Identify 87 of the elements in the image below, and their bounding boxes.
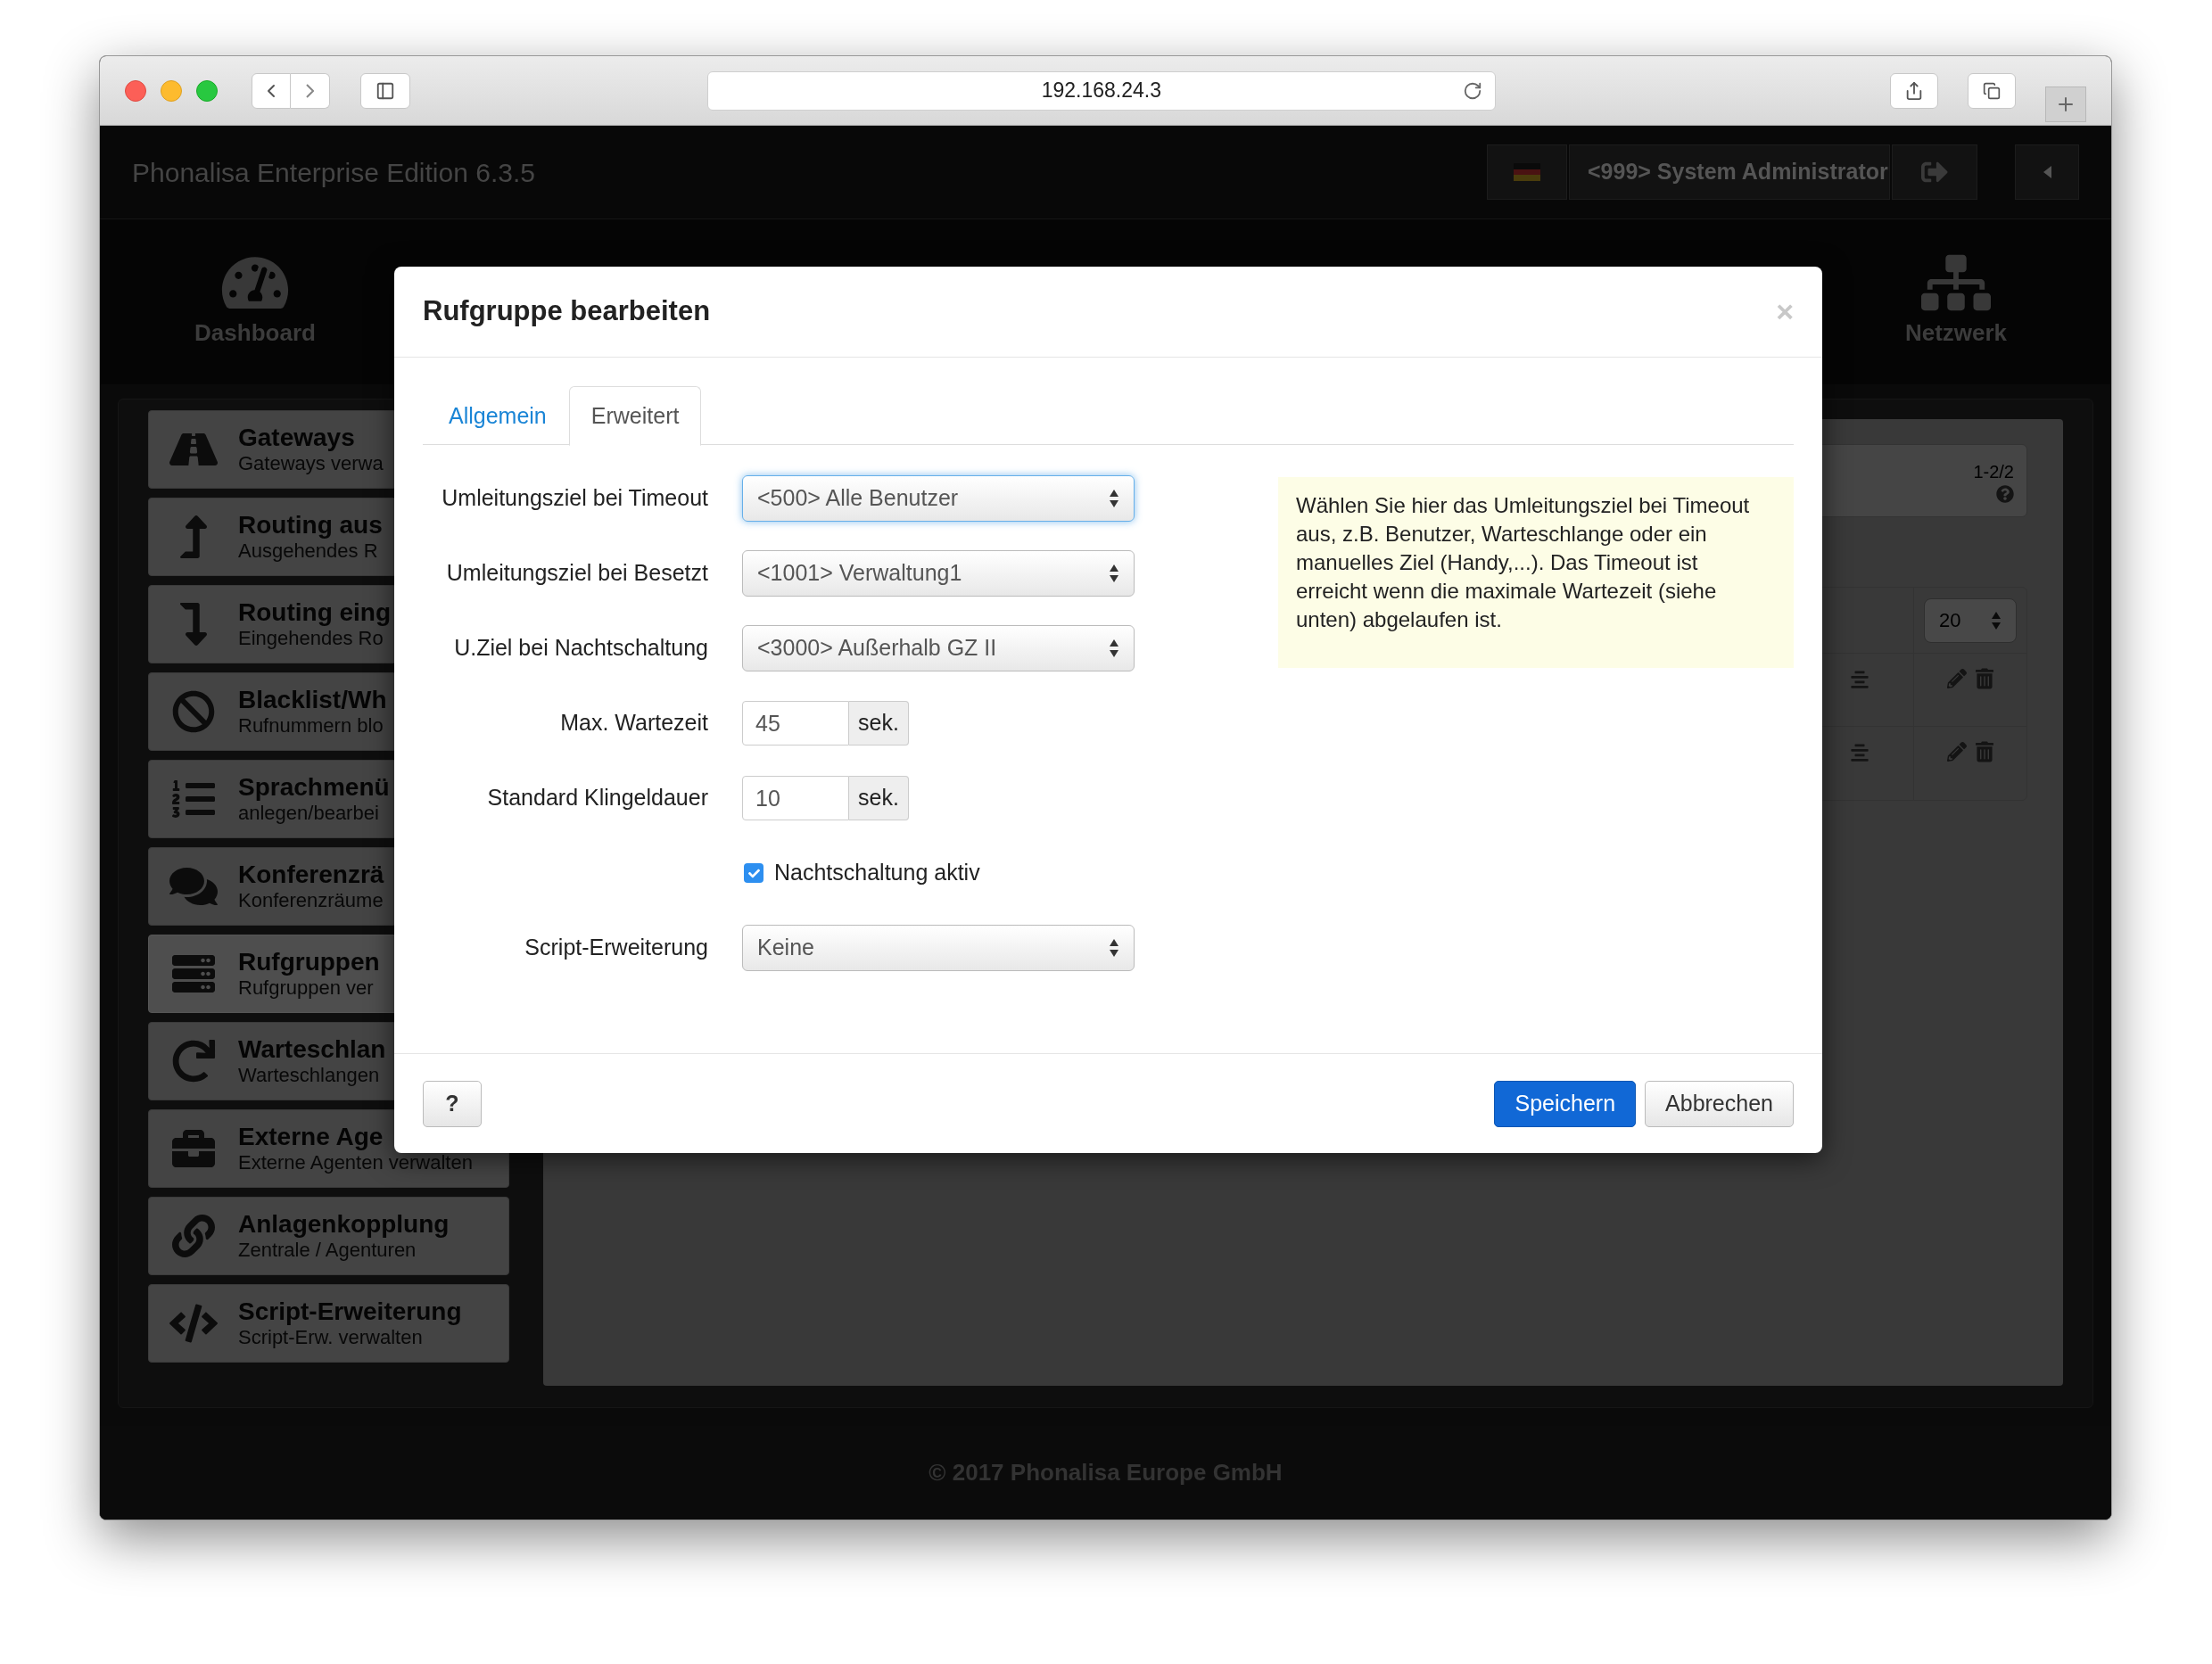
- select-field[interactable]: <500> Alle Benutzer: [742, 475, 1135, 522]
- sidebar-item-title: Blacklist/Wh: [238, 686, 387, 715]
- sidebar-item-subtitle: Externe Agenten verwalten: [238, 1151, 473, 1174]
- number-input[interactable]: 45: [742, 701, 849, 746]
- sidebar-item-subtitle: Gateways verwa: [238, 452, 384, 475]
- tabs-button[interactable]: [1967, 72, 2016, 109]
- checkmark-icon: [747, 867, 760, 879]
- select-field[interactable]: <3000> Außerhalb GZ II: [742, 625, 1135, 671]
- sitemap-icon: [1921, 253, 1991, 312]
- sidebar-item[interactable]: Anlagenkopplung Zentrale / Agenturen: [148, 1197, 509, 1275]
- sidebar-item-title: Routing eing: [238, 598, 392, 628]
- sidebar-item-subtitle: Warteschlangen: [238, 1064, 381, 1087]
- sidebar-item-subtitle: Rufgruppen ver: [238, 976, 375, 1000]
- app-title: Phonalisa Enterprise Edition 6.3.5: [132, 156, 535, 189]
- dialog-tab[interactable]: Erweitert: [568, 386, 702, 446]
- back-button[interactable]: [252, 72, 291, 109]
- share-button[interactable]: [1889, 72, 1938, 109]
- sidebar-item-subtitle: Script-Erw. verwalten: [238, 1326, 424, 1349]
- minimize-window-button[interactable]: [161, 79, 182, 102]
- help-text: Wählen Sie hier das Umleitungsziel bei Timeout aus, z.B. Benutzer, Warteschlange oder ein manuelles Ziel (Handy,...). Das Timeout ist erreicht wenn die maximale Wartezeit (siehe unten) abgelaufen ist.: [1278, 477, 1794, 668]
- select-arrows-icon: [1109, 638, 1119, 658]
- language-button[interactable]: [1487, 144, 1567, 200]
- flag-icon: [1514, 163, 1540, 181]
- sidebar-item-title: Anlagenkopplung: [238, 1210, 450, 1240]
- help-button[interactable]: ?: [423, 1080, 482, 1127]
- close-window-button[interactable]: [125, 79, 146, 102]
- link-icon: [169, 1215, 218, 1257]
- pencil-icon[interactable]: [1947, 741, 1967, 762]
- sidebar-item-subtitle: Zentrale / Agenturen: [238, 1239, 417, 1262]
- caret-left-icon: [2043, 166, 2051, 178]
- chevron-right-icon: [306, 83, 314, 98]
- trash-icon[interactable]: [1976, 668, 1993, 689]
- logout-button[interactable]: [1892, 144, 1977, 200]
- align-center-icon[interactable]: [1848, 743, 1871, 762]
- sidebar-item-subtitle: anlegen/bearbei: [238, 802, 380, 825]
- user-dropdown[interactable]: <999> System Administrator: [1569, 144, 1890, 200]
- select-arrows-icon: [1109, 489, 1119, 508]
- address-bar[interactable]: 192.168.24.3: [706, 70, 1496, 111]
- sidebar-icon: [375, 80, 395, 101]
- checkbox-label: Nachtschaltung aktiv: [774, 859, 980, 887]
- sidebar-item-title: Konferenzrä: [238, 861, 384, 890]
- help-icon[interactable]: [1996, 485, 2014, 503]
- numbered-list-icon: [169, 778, 218, 820]
- select-arrows-icon: [1109, 938, 1119, 958]
- sidebar-toggle-button[interactable]: [360, 72, 410, 109]
- sidebar-item-title: Gateways: [238, 424, 356, 453]
- cancel-button[interactable]: Abbrechen: [1645, 1080, 1794, 1127]
- briefcase-icon: [169, 1127, 218, 1170]
- sidebar-item-subtitle: Rufnummern blo: [238, 714, 384, 737]
- sidebar-item-title: Externe Age: [238, 1123, 384, 1152]
- select-field[interactable]: <1001> Verwaltung1: [742, 550, 1135, 597]
- reload-icon[interactable]: [1462, 80, 1482, 101]
- close-button[interactable]: ×: [1776, 289, 1794, 334]
- dialog-title: Rufgruppe bearbeiten: [423, 294, 711, 329]
- select-field[interactable]: Keine: [742, 925, 1135, 971]
- align-center-icon[interactable]: [1848, 670, 1871, 689]
- unit-addon: sek.: [849, 776, 909, 820]
- unit-addon: sek.: [849, 701, 909, 746]
- save-button[interactable]: Speichern: [1494, 1080, 1637, 1127]
- sidebar-item-title: Warteschlan: [238, 1035, 386, 1065]
- page-size-select[interactable]: 20: [1924, 597, 2017, 643]
- field-label: Max. Wartezeit: [560, 710, 708, 736]
- sidebar-item-subtitle: Konferenzräume: [238, 889, 384, 912]
- number-input[interactable]: 10: [742, 776, 849, 820]
- collapse-button[interactable]: [2015, 144, 2079, 200]
- zoom-window-button[interactable]: [196, 79, 218, 102]
- sidebar-item-title: Routing aus: [238, 511, 383, 540]
- forward-button[interactable]: [291, 72, 330, 109]
- sidebar-item[interactable]: Script-Erweiterung Script-Erw. verwalten: [148, 1284, 509, 1363]
- pencil-icon[interactable]: [1947, 668, 1967, 689]
- url-text: 192.168.24.3: [1041, 78, 1161, 104]
- server-icon: [169, 952, 218, 995]
- code-icon: [169, 1302, 218, 1345]
- sidebar-item-subtitle: Eingehendes Ro: [238, 627, 384, 650]
- tabs-icon: [1982, 81, 2001, 100]
- field-label: Script-Erweiterung: [524, 935, 708, 960]
- sidebar-item-title: Rufgruppen: [238, 948, 380, 977]
- select-arrows-icon: [1109, 564, 1119, 583]
- chat-bubbles-icon: [169, 865, 218, 908]
- range-text: 1-2/2: [1973, 461, 2014, 483]
- sidebar-item-subtitle: Ausgehendes R: [238, 540, 379, 563]
- sidebar-item-title: Script-Erweiterung: [238, 1297, 462, 1327]
- sidebar-item-title: Sprachmenü: [238, 773, 390, 803]
- trash-icon[interactable]: [1976, 741, 1993, 762]
- new-tab-button[interactable]: [2044, 86, 2086, 122]
- select-arrows-icon: [1991, 610, 2002, 630]
- checkbox[interactable]: [744, 863, 763, 883]
